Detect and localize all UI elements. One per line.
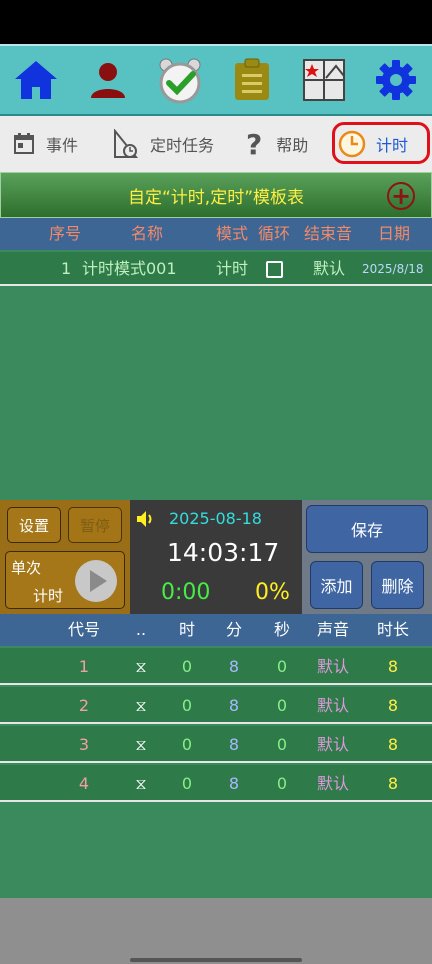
delete-button[interactable]: 删除: [371, 561, 424, 609]
header-icon: ..: [135, 620, 147, 639]
tab-label: 帮助: [276, 136, 309, 155]
tab-timed-tasks[interactable]: 定时任务: [112, 116, 214, 172]
control-panel: 设置 暂停 单次 计时 2025-08-18 14:03:17 0:00 0% …: [0, 500, 432, 614]
status-bar: [0, 0, 432, 44]
table-row[interactable]: 4 ⧖ 0 8 0 默认 8: [0, 765, 432, 802]
row-hours: 0: [181, 696, 193, 715]
row-hours: 0: [181, 774, 193, 793]
tab-help[interactable]: ? 帮助: [246, 116, 308, 172]
progress-percent: 0%: [255, 580, 290, 605]
row-minutes: 8: [228, 735, 240, 754]
row-seconds: 0: [276, 735, 288, 754]
calendar-icon: [14, 133, 34, 154]
row-mode: 计时: [216, 259, 249, 278]
row-sound: 默认: [316, 657, 350, 676]
row-hours: 0: [181, 735, 193, 754]
row-minutes: 8: [228, 657, 240, 676]
row-sound: 默认: [316, 735, 350, 754]
table-row[interactable]: 1 计时模式001 计时 默认 2025/8/18: [0, 252, 432, 286]
add-button[interactable]: 添加: [310, 561, 363, 609]
row-hours: 0: [181, 657, 193, 676]
control-right: 保存 添加 删除: [302, 500, 432, 614]
header-mode: 模式: [216, 224, 249, 243]
row-sound: 默认: [316, 696, 350, 715]
mode-line1: 单次: [11, 559, 42, 577]
template-table-body: 1 计时模式001 计时 默认 2025/8/18: [0, 250, 432, 500]
chart-board-icon[interactable]: [299, 55, 349, 105]
header-name: 名称: [131, 224, 164, 243]
tab-timing[interactable]: 计时: [332, 116, 430, 172]
row-name: 计时模式001: [82, 259, 177, 278]
header-hours: 时: [178, 620, 196, 639]
single-timing-button[interactable]: 单次 计时: [5, 551, 125, 609]
row-code: 2: [78, 696, 90, 715]
clock-display: 2025-08-18 14:03:17 0:00 0%: [130, 500, 302, 614]
hourglass-icon: ⧖: [135, 774, 147, 793]
current-time: 14:03:17: [167, 538, 280, 567]
row-seconds: 0: [276, 696, 288, 715]
row-code: 4: [78, 774, 90, 793]
header-index: 序号: [49, 224, 82, 243]
row-code: 1: [78, 657, 90, 676]
row-duration: 8: [387, 696, 399, 715]
control-left: 设置 暂停 单次 计时: [0, 500, 130, 614]
hourglass-icon: ⧖: [135, 735, 147, 754]
tab-label: 定时任务: [150, 136, 215, 155]
top-toolbar: [0, 44, 432, 116]
gear-icon[interactable]: [371, 55, 421, 105]
elapsed-time: 0:00: [161, 580, 211, 605]
speaker-icon[interactable]: [135, 509, 155, 529]
template-header: 自定“计时,定时”模板表 +: [0, 172, 432, 218]
alarm-check-icon[interactable]: [155, 55, 205, 105]
timer-task-icon: [114, 129, 139, 158]
row-minutes: 8: [228, 696, 240, 715]
home-indicator[interactable]: [130, 958, 302, 962]
plus-circle-icon[interactable]: +: [387, 182, 415, 210]
row-minutes: 8: [228, 774, 240, 793]
mode-line2: 计时: [33, 587, 64, 605]
tab-label: 事件: [46, 136, 79, 155]
step-table-header: 代号 .. 时 分 秒 声音 时长: [0, 614, 432, 646]
row-duration: 8: [387, 774, 399, 793]
row-duration: 8: [387, 735, 399, 754]
table-row[interactable]: 1 ⧖ 0 8 0 默认 8: [0, 648, 432, 685]
pause-button[interactable]: 暂停: [68, 507, 122, 543]
step-table-body: 1 ⧖ 0 8 0 默认 8 2 ⧖ 0 8 0 默认 8 3 ⧖ 0 8 0 …: [0, 646, 432, 898]
header-sound: 声音: [316, 620, 350, 639]
row-index: 1: [61, 259, 72, 278]
template-table-header: 序号 名称 模式 循环 结束音 日期: [0, 218, 432, 250]
row-date: 2025/8/18: [362, 262, 424, 276]
bottom-area: [0, 898, 432, 964]
row-seconds: 0: [276, 657, 288, 676]
person-icon[interactable]: [83, 55, 133, 105]
header-duration: 时长: [376, 620, 410, 639]
setup-button[interactable]: 设置: [7, 507, 61, 543]
header-loop: 循环: [258, 224, 291, 243]
table-row[interactable]: 3 ⧖ 0 8 0 默认 8: [0, 726, 432, 763]
header-code: 代号: [67, 620, 101, 639]
question-icon: ?: [246, 127, 263, 161]
template-title: 自定“计时,定时”模板表: [127, 187, 305, 208]
current-date: 2025-08-18: [169, 509, 262, 528]
header-minutes: 分: [225, 620, 243, 639]
tab-bar: 事件 定时任务 ? 帮助 计时: [0, 116, 432, 172]
hourglass-icon: ⧖: [135, 657, 147, 676]
row-sound: 默认: [316, 774, 350, 793]
tab-events[interactable]: 事件: [12, 116, 78, 172]
header-sound: 结束音: [304, 224, 353, 243]
play-icon: [75, 560, 117, 602]
save-button[interactable]: 保存: [306, 505, 428, 553]
row-duration: 8: [387, 657, 399, 676]
hourglass-icon: ⧖: [135, 696, 147, 715]
clipboard-icon[interactable]: [227, 55, 277, 105]
table-row[interactable]: 2 ⧖ 0 8 0 默认 8: [0, 687, 432, 724]
row-sound: 默认: [313, 259, 346, 278]
header-date: 日期: [378, 224, 411, 243]
home-icon[interactable]: [11, 55, 61, 105]
row-seconds: 0: [276, 774, 288, 793]
row-code: 3: [78, 735, 90, 754]
loop-checkbox[interactable]: [266, 261, 283, 278]
header-seconds: 秒: [273, 620, 291, 639]
active-tab-highlight: [332, 122, 430, 164]
